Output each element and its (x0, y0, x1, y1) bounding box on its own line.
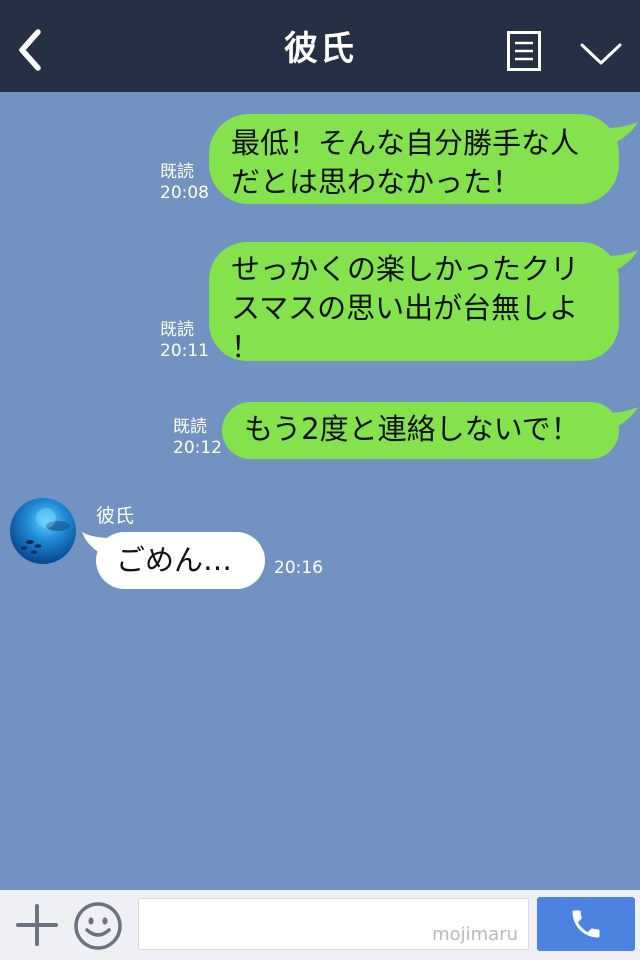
message-line: せっかくの楽しかったクリ (231, 252, 580, 286)
chat-header: 彼氏 (0, 0, 640, 92)
read-receipt: 既読 20:08 (160, 162, 209, 203)
sender-name: 彼氏 (96, 505, 135, 527)
add-button[interactable] (14, 902, 60, 948)
message-bubble-outgoing[interactable]: せっかくの楽しかったクリ スマスの思い出が台無しよ ！ (209, 242, 619, 364)
message-line: だとは思わなかった！ (231, 165, 522, 199)
read-receipt: 既読 20:12 (173, 417, 222, 458)
message-line: 最低！そんな自分勝手な人 (231, 126, 580, 160)
bubble-tail (604, 122, 638, 144)
plus-icon (16, 904, 58, 946)
bubble-tail (604, 407, 638, 429)
chevron-left-icon (19, 29, 41, 71)
collapse-button[interactable] (578, 36, 624, 72)
emoji-button[interactable] (72, 900, 124, 952)
message-line: ！ (231, 330, 261, 364)
message-line: もう2度と連絡しないで！ (244, 412, 580, 446)
message-bubble-outgoing[interactable]: 最低！そんな自分勝手な人 だとは思わなかった！ (209, 114, 619, 204)
message-line: ごめん… (116, 543, 233, 577)
back-button[interactable] (8, 26, 52, 74)
phone-icon (572, 910, 600, 938)
menu-list-icon (507, 31, 541, 71)
message-bubble-outgoing[interactable]: もう2度と連絡しないで！ (222, 402, 619, 459)
chevron-down-icon (580, 43, 622, 65)
read-receipt: 既読 20:11 (160, 320, 209, 361)
avatar-image (21, 508, 70, 554)
input-bar: mojimaru (0, 890, 640, 960)
message-bubble-incoming[interactable]: ごめん… (96, 532, 265, 589)
message-time: 20:16 (274, 558, 323, 578)
message-line: スマスの思い出が台無しよ (231, 291, 579, 325)
call-button[interactable] (537, 897, 635, 951)
chat-area[interactable]: 既読 20:08 最低！そんな自分勝手な人 だとは思わなかった！ 既読 20:1… (0, 92, 640, 890)
chat-title: 彼氏 (284, 29, 356, 69)
emoji-icon (74, 902, 122, 950)
menu-button[interactable] (506, 30, 542, 72)
watermark-text: mojimaru (432, 924, 518, 945)
message-input[interactable]: mojimaru (138, 898, 529, 950)
avatar[interactable] (10, 498, 76, 564)
bubble-tail (604, 250, 638, 272)
